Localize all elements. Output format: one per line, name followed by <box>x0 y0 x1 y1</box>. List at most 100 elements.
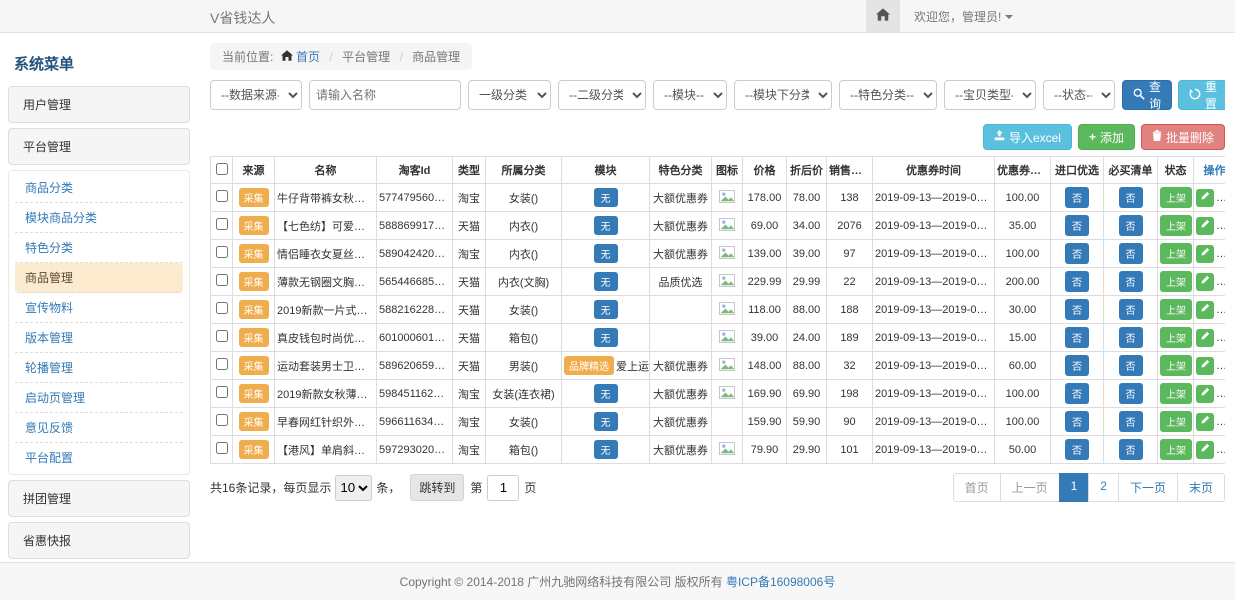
coupon-amount-cell: 60.00 <box>995 352 1051 380</box>
jump-button[interactable]: 跳转到 <box>410 474 464 501</box>
status-toggle[interactable]: 上架 <box>1160 299 1192 320</box>
row-checkbox[interactable] <box>216 246 228 258</box>
batch-delete-label: 批量删除 <box>1166 129 1214 146</box>
pager-button[interactable]: 2 <box>1088 473 1119 502</box>
filter-select-module[interactable]: --模块-- <box>653 80 727 110</box>
row-checkbox[interactable] <box>216 190 228 202</box>
home-button[interactable] <box>866 0 900 32</box>
sidebar-item[interactable]: 轮播管理 <box>15 353 183 383</box>
must-buy-toggle[interactable]: 否 <box>1119 299 1143 320</box>
edit-button[interactable] <box>1196 217 1214 235</box>
filter-select-item-type[interactable]: --宝贝类型-- <box>944 80 1036 110</box>
page-number-input[interactable] <box>487 475 519 501</box>
status-toggle[interactable]: 上架 <box>1160 243 1192 264</box>
breadcrumb-home-link[interactable]: 首页 <box>296 50 320 64</box>
icp-link[interactable]: 粤ICP备16098006号 <box>726 573 835 590</box>
import-select-toggle[interactable]: 否 <box>1065 187 1089 208</box>
status-toggle[interactable]: 上架 <box>1160 271 1192 292</box>
status-toggle[interactable]: 上架 <box>1160 215 1192 236</box>
filter-select-category-level2[interactable]: --二级分类-- <box>558 80 646 110</box>
import-excel-button[interactable]: 导入excel <box>983 124 1072 150</box>
plus-icon: + <box>1089 130 1096 144</box>
feature-cell: 大额优惠券 <box>650 436 712 464</box>
must-buy-toggle[interactable]: 否 <box>1119 187 1143 208</box>
pager-button[interactable]: 末页 <box>1177 473 1225 502</box>
row-checkbox[interactable] <box>216 442 228 454</box>
must-buy-toggle[interactable]: 否 <box>1119 327 1143 348</box>
edit-button[interactable] <box>1196 385 1214 403</box>
import-select-toggle[interactable]: 否 <box>1065 355 1089 376</box>
edit-button[interactable] <box>1196 329 1214 347</box>
row-checkbox[interactable] <box>216 218 228 230</box>
import-select-toggle[interactable]: 否 <box>1065 299 1089 320</box>
import-select-toggle[interactable]: 否 <box>1065 215 1089 236</box>
sidebar-group[interactable]: 省惠快报 <box>8 522 190 559</box>
edit-button[interactable] <box>1196 413 1214 431</box>
row-checkbox[interactable] <box>216 386 228 398</box>
sidebar-item[interactable]: 特色分类 <box>15 233 183 263</box>
edit-button[interactable] <box>1196 273 1214 291</box>
must-buy-toggle[interactable]: 否 <box>1119 243 1143 264</box>
per-page-select[interactable]: 10 <box>335 475 372 501</box>
must-buy-toggle[interactable]: 否 <box>1119 355 1143 376</box>
category-cell: 箱包() <box>486 324 562 352</box>
sidebar-item[interactable]: 版本管理 <box>15 323 183 353</box>
user-menu[interactable]: 欢迎您，管理员! <box>914 8 1013 25</box>
row-checkbox[interactable] <box>216 330 228 342</box>
import-select-toggle[interactable]: 否 <box>1065 411 1089 432</box>
edit-button[interactable] <box>1196 357 1214 375</box>
batch-delete-button[interactable]: 批量删除 <box>1141 124 1225 150</box>
import-select-toggle[interactable]: 否 <box>1065 271 1089 292</box>
row-checkbox[interactable] <box>216 358 228 370</box>
search-button[interactable]: 查询 <box>1122 80 1172 110</box>
pager-button[interactable]: 下一页 <box>1118 473 1178 502</box>
edit-button[interactable] <box>1196 301 1214 319</box>
must-buy-toggle[interactable]: 否 <box>1119 411 1143 432</box>
filter-select-data-source[interactable]: --数据来源-- <box>210 80 302 110</box>
table-header-row: 来源名称淘客Id类型所属分类模块特色分类图标价格折后价销售数量优惠券时间优惠券金… <box>211 157 1226 184</box>
add-button[interactable]: + 添加 <box>1078 124 1135 150</box>
sidebar-item[interactable]: 商品分类 <box>15 173 183 203</box>
status-toggle[interactable]: 上架 <box>1160 355 1192 376</box>
status-toggle[interactable]: 上架 <box>1160 327 1192 348</box>
reset-button[interactable]: 重置 <box>1178 80 1225 110</box>
import-select-toggle[interactable]: 否 <box>1065 327 1089 348</box>
select-all-checkbox[interactable] <box>216 163 228 175</box>
import-select-toggle[interactable]: 否 <box>1065 383 1089 404</box>
sidebar-item[interactable]: 意见反馈 <box>15 413 183 443</box>
status-toggle[interactable]: 上架 <box>1160 411 1192 432</box>
row-checkbox[interactable] <box>216 302 228 314</box>
must-buy-toggle[interactable]: 否 <box>1119 271 1143 292</box>
sidebar-group[interactable]: 拼团管理 <box>8 480 190 517</box>
must-buy-toggle[interactable]: 否 <box>1119 383 1143 404</box>
status-toggle[interactable]: 上架 <box>1160 439 1192 460</box>
sidebar-item[interactable]: 模块商品分类 <box>15 203 183 233</box>
status-toggle[interactable]: 上架 <box>1160 187 1192 208</box>
filter-select-category-level1[interactable]: 一级分类 <box>468 80 551 110</box>
status-toggle[interactable]: 上架 <box>1160 383 1192 404</box>
must-buy-toggle[interactable]: 否 <box>1119 215 1143 236</box>
main-panel: 当前位置: 首页 / 平台管理 / 商品管理 --数据来源--一级分类--二级分… <box>210 43 1225 562</box>
sidebar-item[interactable]: 宣传物料 <box>15 293 183 323</box>
pager-button[interactable]: 1 <box>1059 473 1090 502</box>
row-checkbox[interactable] <box>216 414 228 426</box>
edit-button[interactable] <box>1196 441 1214 459</box>
sidebar-group[interactable]: 用户管理 <box>8 86 190 123</box>
sidebar-item[interactable]: 平台配置 <box>15 443 183 472</box>
sidebar-item[interactable]: 启动页管理 <box>15 383 183 413</box>
sidebar-item-active[interactable]: 商品管理 <box>15 263 183 293</box>
import-select-toggle[interactable]: 否 <box>1065 439 1089 460</box>
column-header: 优惠券时间 <box>873 157 995 184</box>
type-cell: 淘宝 <box>453 408 486 436</box>
name-search-input[interactable] <box>309 80 461 110</box>
import-select-toggle[interactable]: 否 <box>1065 243 1089 264</box>
must-buy-toggle[interactable]: 否 <box>1119 439 1143 460</box>
row-checkbox[interactable] <box>216 274 228 286</box>
type-cell: 天猫 <box>453 296 486 324</box>
filter-select-status[interactable]: --状态-- <box>1043 80 1115 110</box>
edit-button[interactable] <box>1196 189 1214 207</box>
sidebar-group[interactable]: 平台管理 <box>8 128 190 165</box>
edit-button[interactable] <box>1196 245 1214 263</box>
filter-select-module-sub[interactable]: --模块下分类-- <box>734 80 832 110</box>
filter-select-feature-category[interactable]: --特色分类-- <box>839 80 937 110</box>
